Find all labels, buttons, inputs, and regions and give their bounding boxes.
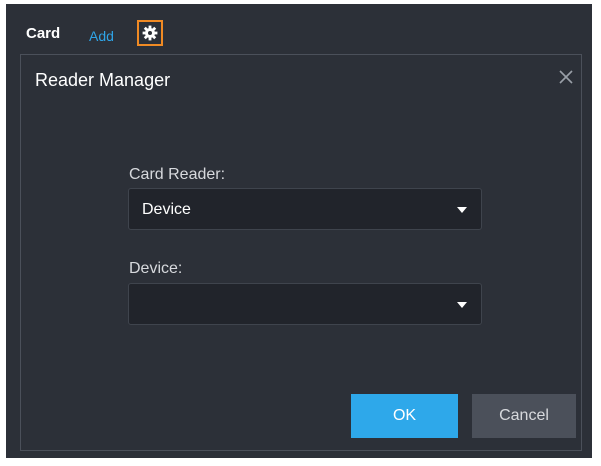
settings-button[interactable] <box>137 20 163 46</box>
device-label: Device: <box>129 260 183 277</box>
card-reader-value: Device <box>142 201 191 218</box>
card-reader-label: Card Reader: <box>129 166 226 183</box>
app-frame: Card Add Reader Manager Card Reader: Dev… <box>6 4 592 458</box>
card-reader-select[interactable]: Device <box>128 188 482 230</box>
gear-icon <box>142 25 158 41</box>
device-select[interactable] <box>128 283 482 325</box>
reader-manager-dialog: Reader Manager Card Reader: Device Devic… <box>20 54 582 451</box>
card-section-title: Card <box>26 25 61 42</box>
close-icon <box>559 70 573 84</box>
ok-button[interactable]: OK <box>351 394 458 438</box>
cancel-button[interactable]: Cancel <box>472 394 576 438</box>
card-toolbar: Card Add <box>6 4 592 56</box>
chevron-down-icon <box>457 302 467 308</box>
add-link[interactable]: Add <box>89 27 114 45</box>
dialog-title: Reader Manager <box>35 70 171 90</box>
chevron-down-icon <box>457 207 467 213</box>
close-button[interactable] <box>557 68 575 86</box>
